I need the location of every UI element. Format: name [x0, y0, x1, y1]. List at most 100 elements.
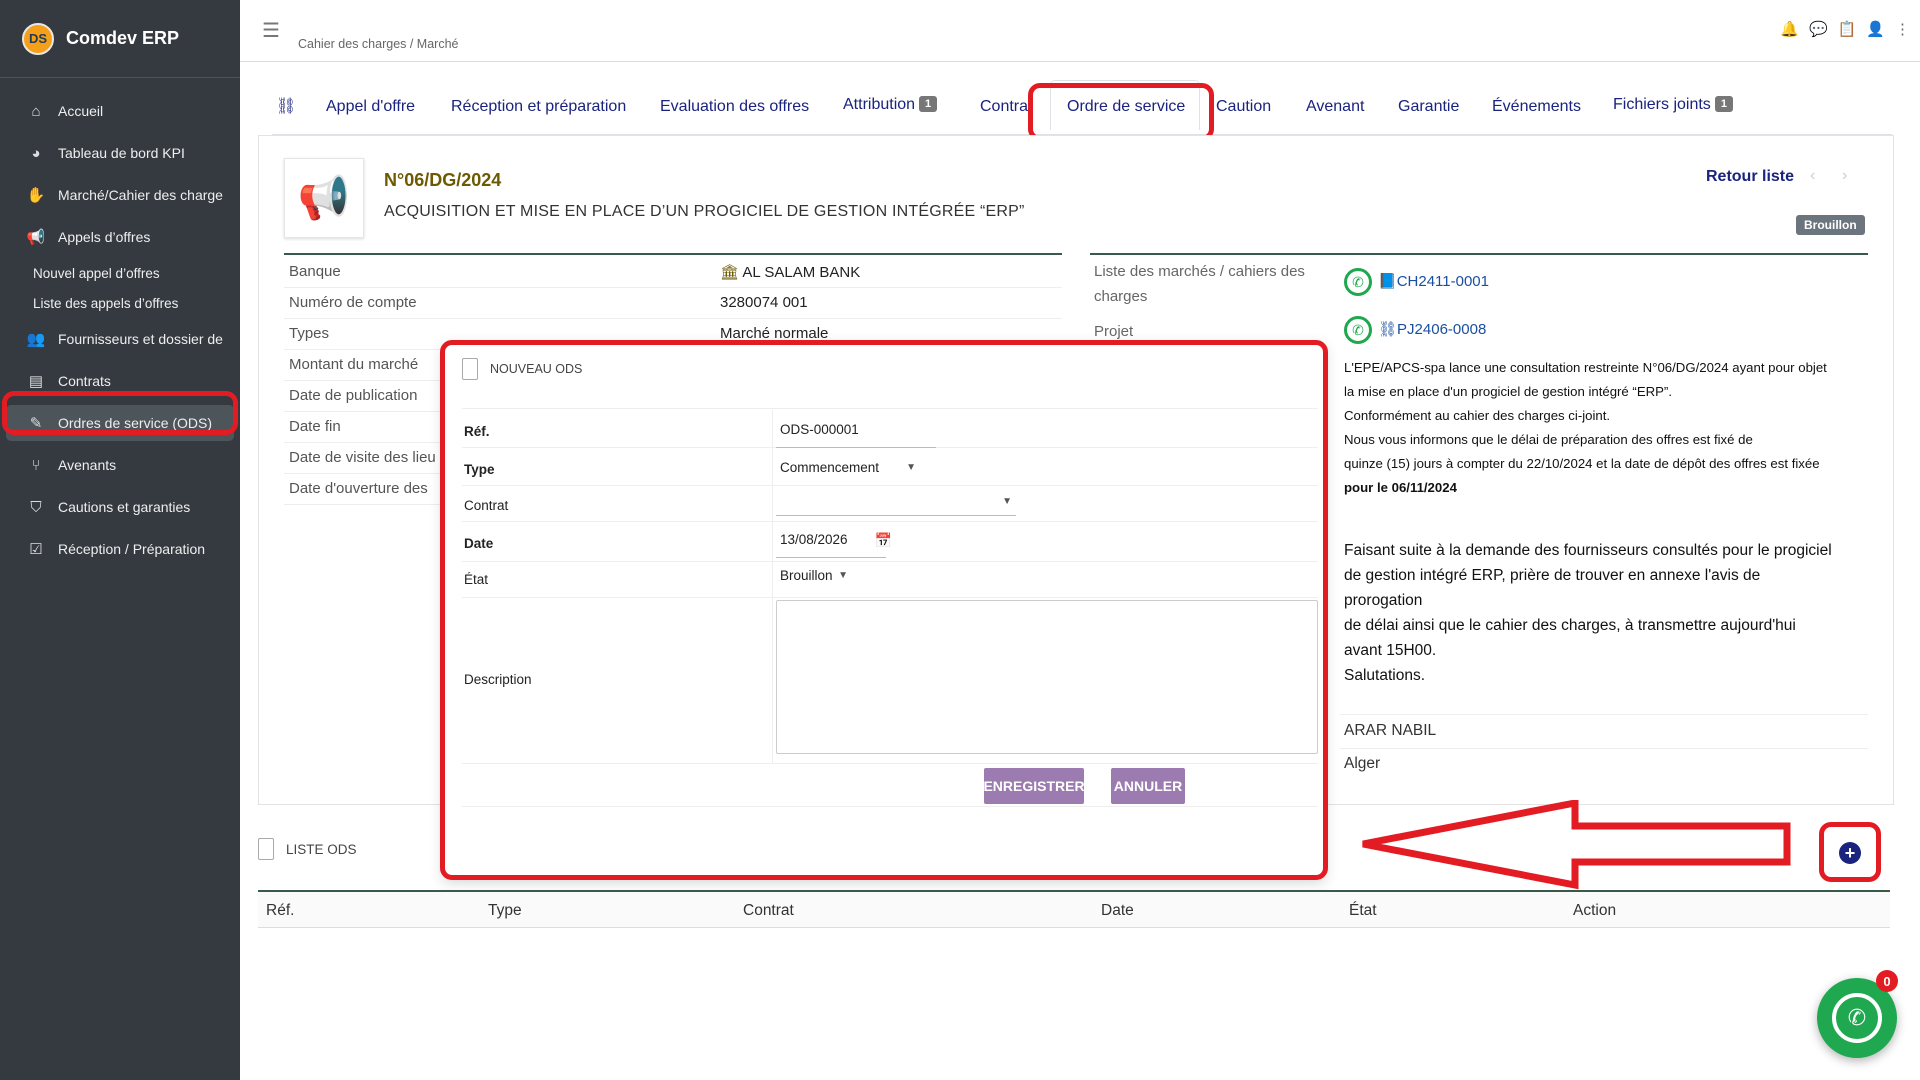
- contrat-select[interactable]: ▼: [776, 494, 1016, 516]
- desc-line: avant 15H00.: [1344, 642, 1437, 659]
- etat-select[interactable]: Brouillon ▼: [776, 568, 852, 592]
- column-header[interactable]: Type: [488, 902, 522, 920]
- type-value: Commencement: [780, 460, 880, 475]
- tab-ordre-service[interactable]: Ordre de service: [1067, 98, 1185, 116]
- divider: [462, 408, 1318, 409]
- tab-fichiers-joints[interactable]: Fichiers joints 1: [1613, 96, 1733, 114]
- record-ref: N°06/DG/2024: [384, 170, 502, 190]
- file-signature-icon: ✎: [29, 415, 43, 432]
- detail-key: Numéro de compte: [289, 294, 417, 311]
- sidebar-item-kpi[interactable]: ◕ Tableau de bord KPI: [0, 132, 240, 174]
- megaphone-icon: 📢: [284, 158, 364, 238]
- app-logo: DS: [22, 22, 54, 55]
- breadcrumb: Cahier des charges / Marché: [298, 37, 459, 51]
- handshake-icon: ✋: [26, 187, 46, 204]
- sidebar-item-cautions[interactable]: ⛉ Cautions et garanties: [0, 486, 240, 528]
- sidebar-item-ods[interactable]: ✎ Ordres de service (ODS): [0, 402, 240, 444]
- date-input[interactable]: 13/08/2026 📅: [776, 532, 892, 558]
- bank-value: AL SALAM BANK: [742, 264, 861, 281]
- tab-garantie[interactable]: Garantie: [1398, 98, 1459, 116]
- tab-contrat[interactable]: Contrat: [980, 98, 1030, 116]
- sidebar-item-marche[interactable]: ✋ Marché/Cahier des charge: [0, 174, 240, 216]
- divider: [772, 598, 773, 763]
- shield-icon: ⛉: [30, 498, 42, 516]
- sidebar-item-label: Cautions et garanties: [58, 499, 191, 515]
- sidebar-item-reception[interactable]: ☑ Réception / Préparation: [0, 528, 240, 570]
- sidebar-item-accueil[interactable]: ⌂ Accueil: [0, 90, 240, 132]
- save-button[interactable]: ENREGISTRER: [983, 768, 1085, 804]
- avatar[interactable]: 👤: [1866, 20, 1885, 38]
- sidebar-subitem-liste-appels[interactable]: Liste des appels d’offres: [0, 288, 240, 318]
- desc-line: Conformément au cahier des charges ci-jo…: [1344, 408, 1611, 423]
- topbar: ☰ Cahier des charges / Marché 🔔 💬 📋 👤 ⋮: [240, 0, 1920, 62]
- tab-reception[interactable]: Réception et préparation: [451, 98, 626, 116]
- tabs: ⛓ Appel d'offre Réception et préparation…: [272, 90, 1892, 135]
- sidebar-item-avenants[interactable]: ⑂ Avenants: [0, 444, 240, 486]
- chat-icon[interactable]: 💬: [1809, 20, 1828, 38]
- sidebar-item-label: Réception / Préparation: [58, 541, 206, 557]
- desc-line: L'EPE/APCS-spa lance une consultation re…: [1344, 360, 1827, 375]
- projet-link[interactable]: PJ2406-0008: [1397, 321, 1486, 338]
- add-ods-button[interactable]: +: [1839, 842, 1861, 864]
- divider: [462, 806, 1318, 807]
- whatsapp-icon[interactable]: ✆: [1344, 316, 1372, 344]
- whatsapp-count-badge: 0: [1876, 970, 1898, 992]
- file-icon: ▤: [28, 373, 44, 390]
- divider: [772, 486, 773, 521]
- back-to-list-link[interactable]: Retour liste: [1706, 168, 1794, 186]
- description-textarea[interactable]: [776, 600, 1318, 754]
- sidebar-subitem-nouvel-appel[interactable]: Nouvel appel d’offres: [0, 258, 240, 288]
- detail-row: Numéro de compte 3280074 001: [284, 288, 1062, 319]
- column-header[interactable]: Réf.: [266, 902, 294, 920]
- more-vertical-icon[interactable]: ⋮: [1895, 20, 1910, 38]
- field-label: Type: [464, 462, 495, 477]
- sidebar-item-contrats[interactable]: ▤ Contrats: [0, 360, 240, 402]
- prev-arrow-icon[interactable]: ‹: [1810, 167, 1815, 185]
- sitemap-icon: ⛓: [1378, 320, 1398, 338]
- ref-input[interactable]: ODS-000001: [776, 422, 936, 448]
- sidebar-item-fournisseurs[interactable]: 👥 Fournisseurs et dossier de: [0, 318, 240, 360]
- sidebar-item-label: Appels d’offres: [58, 229, 151, 245]
- tab-evaluation[interactable]: Evaluation des offres: [660, 98, 809, 116]
- marches-label-line: charges: [1094, 288, 1148, 305]
- tab-avenant[interactable]: Avenant: [1306, 98, 1364, 116]
- detail-key: Date d'ouverture des: [289, 480, 428, 497]
- notification-icon[interactable]: 🔔: [1780, 20, 1799, 38]
- sidebar-item-appels[interactable]: 📢 Appels d’offres: [0, 216, 240, 258]
- sitemap-icon[interactable]: ⛓: [276, 96, 296, 116]
- detail-row: Banque 🏛 AL SALAM BANK: [284, 257, 1062, 288]
- list-title: LISTE ODS: [286, 841, 357, 857]
- desc-line: Nous vous informons que le délai de prép…: [1344, 432, 1753, 447]
- tab-badge: 1: [919, 96, 938, 112]
- hamburger-icon[interactable]: ☰: [262, 18, 280, 43]
- sidebar-item-label: Accueil: [58, 103, 104, 119]
- column-header[interactable]: Action: [1573, 902, 1616, 920]
- marches-label: Liste des marchés / cahiers des charges: [1094, 259, 1305, 309]
- marches-link[interactable]: CH2411-0001: [1397, 273, 1489, 290]
- column-header[interactable]: Date: [1101, 902, 1134, 920]
- brand[interactable]: DS Comdev ERP: [0, 0, 240, 78]
- next-arrow-icon[interactable]: ›: [1842, 167, 1847, 185]
- detail-key: Banque: [289, 263, 341, 280]
- projet-value[interactable]: ✆ ⛓PJ2406-0008: [1344, 316, 1486, 344]
- type-select[interactable]: Commencement ▼: [776, 460, 920, 486]
- tab-caution[interactable]: Caution: [1216, 98, 1271, 116]
- tab-label: Fichiers joints: [1613, 96, 1711, 113]
- tab-attribution[interactable]: Attribution 1: [843, 96, 938, 114]
- modal-header: NOUVEAU ODS: [462, 358, 582, 380]
- city: Alger: [1344, 755, 1381, 772]
- whatsapp-icon[interactable]: ✆: [1344, 268, 1372, 296]
- cancel-button[interactable]: ANNULER: [1111, 768, 1185, 804]
- column-header[interactable]: Contrat: [743, 902, 794, 920]
- chevron-down-icon: ▼: [1002, 496, 1012, 507]
- column-header[interactable]: État: [1349, 902, 1377, 920]
- marches-value[interactable]: ✆ 📘CH2411-0001: [1344, 268, 1489, 296]
- clipboard-icon[interactable]: 📋: [1838, 20, 1857, 38]
- tab-evenements[interactable]: Événements: [1492, 98, 1581, 116]
- detail-value: 🏛 AL SALAM BANK: [720, 263, 860, 281]
- divider: [772, 562, 773, 597]
- desc-line: la mise en place d'un progiciel de gesti…: [1344, 384, 1672, 399]
- calendar-icon[interactable]: 📅: [875, 532, 892, 549]
- desc-line: quinze (15) jours à compter du 22/10/202…: [1344, 456, 1820, 471]
- tab-appel-offre[interactable]: Appel d'offre: [326, 98, 415, 116]
